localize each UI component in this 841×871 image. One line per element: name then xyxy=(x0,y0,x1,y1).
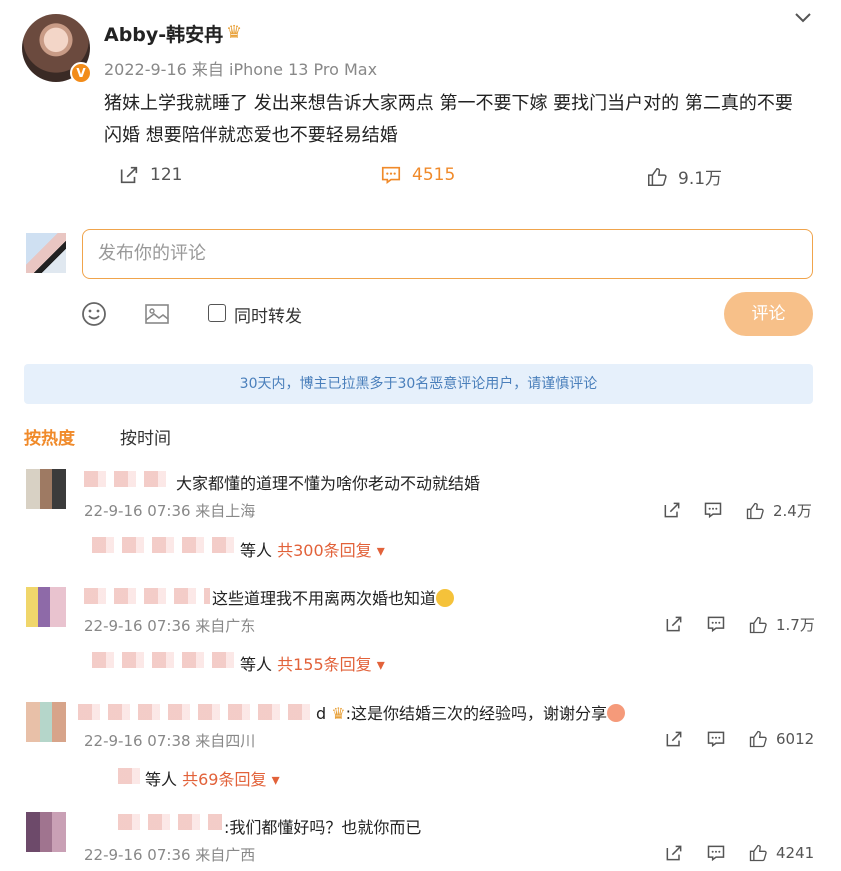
comment-time: 22-9-16 07:36 来自广东 xyxy=(84,617,256,635)
comment-reply-button[interactable] xyxy=(703,500,723,520)
blurred-reply-users xyxy=(118,768,142,784)
reply-summary[interactable]: 等人 共155条回复 ▾ xyxy=(240,651,385,675)
comment-text: 大家都懂的道理不懂为啥你老动不动就结婚 xyxy=(176,474,481,493)
blurred-username xyxy=(118,814,222,830)
commenter-name-fragment: d xyxy=(316,704,327,723)
repost-checkbox-label: 同时转发 xyxy=(234,307,302,327)
comment-share-button[interactable] xyxy=(664,614,684,634)
comment-count: 4515 xyxy=(412,165,456,185)
comment-icon xyxy=(704,502,722,519)
thumbs-up-icon xyxy=(746,502,764,519)
comment-button[interactable]: 4515 xyxy=(380,164,455,186)
reply-prefix: 等人 xyxy=(240,541,273,560)
commenter-avatar[interactable] xyxy=(26,702,66,742)
comment-text: 这些道理我不用离两次婚也知道 xyxy=(212,585,455,609)
thumbs-up-icon xyxy=(749,730,767,748)
tab-sort-time[interactable]: 按时间 xyxy=(120,424,171,449)
my-avatar xyxy=(26,233,66,273)
blurred-username xyxy=(78,704,312,720)
repost-button[interactable]: 121 xyxy=(118,164,182,186)
submit-comment-button[interactable]: 评论 xyxy=(724,292,813,336)
caret-down-icon[interactable]: ▾ xyxy=(272,770,280,789)
tab-sort-hot[interactable]: 按热度 xyxy=(24,424,75,449)
commenter-avatar[interactable] xyxy=(26,469,66,509)
comment-time: 22-9-16 07:36 来自上海 xyxy=(84,502,256,520)
repost-count: 121 xyxy=(150,165,183,185)
thumbs-up-icon xyxy=(648,167,667,186)
emoji-icon[interactable] xyxy=(80,300,108,328)
comment-like-button[interactable]: 4241 xyxy=(748,843,814,863)
comment-share-button[interactable] xyxy=(664,729,684,749)
share-icon xyxy=(120,166,138,184)
reply-count[interactable]: 共155条回复 xyxy=(277,655,372,674)
heart-eyes-emoji-icon xyxy=(607,704,625,722)
sweat-smile-emoji-icon xyxy=(436,589,455,607)
chevron-down-icon[interactable] xyxy=(794,8,812,29)
repost-checkbox[interactable] xyxy=(208,304,226,322)
comment-reply-button[interactable] xyxy=(706,614,726,634)
comment-text: :我们都懂好吗？也就你而已 xyxy=(224,818,422,837)
thumbs-up-icon xyxy=(749,616,767,633)
comment-like-button[interactable]: 1.7万 xyxy=(748,614,815,635)
post-source: 来自 iPhone 13 Pro Max xyxy=(191,60,378,79)
comment-time: 22-9-16 07:36 来自广西 xyxy=(84,846,256,864)
blurred-username xyxy=(84,588,210,604)
like-count: 9.1万 xyxy=(678,169,723,189)
share-icon xyxy=(666,845,682,861)
post-text: 猪妹上学我就睡了 发出来想告诉大家两点 第一不要下嫁 要找门当户对的 第二真的不… xyxy=(104,93,793,146)
caret-down-icon[interactable]: ▾ xyxy=(377,541,385,560)
commenter-avatar[interactable] xyxy=(26,587,66,627)
blurred-username xyxy=(84,471,174,487)
reply-summary[interactable]: 等人 共300条回复 ▾ xyxy=(240,537,385,561)
thumbs-up-icon xyxy=(749,844,767,862)
reply-count[interactable]: 共300条回复 xyxy=(277,541,372,560)
share-icon xyxy=(666,731,682,747)
like-button[interactable]: 9.1万 xyxy=(646,164,722,189)
reply-summary[interactable]: 等人 共69条回复 ▾ xyxy=(145,766,280,790)
reply-count[interactable]: 共69条回复 xyxy=(182,770,266,789)
crown-icon: ♛ xyxy=(331,704,346,723)
comment-like-count: 2.4万 xyxy=(773,502,812,520)
commenter-avatar[interactable] xyxy=(26,812,66,852)
author-name[interactable]: Abby-韩安冉 xyxy=(104,20,223,47)
share-icon xyxy=(664,502,680,518)
comment-icon xyxy=(707,616,725,633)
comment-reply-button[interactable] xyxy=(706,843,726,863)
notice-banner: 30天内，博主已拉黑多于30名恶意评论用户，请谨慎评论 xyxy=(24,364,813,404)
image-icon[interactable] xyxy=(143,300,171,328)
reply-prefix: 等人 xyxy=(145,770,178,789)
caret-down-icon[interactable]: ▾ xyxy=(377,655,385,674)
comment-text-body: 这些道理我不用离两次婚也知道 xyxy=(212,589,437,608)
comment-like-count: 6012 xyxy=(776,730,815,748)
crown-icon: ♛ xyxy=(226,22,243,43)
comment-icon xyxy=(381,166,401,184)
post-meta: 2022-9-16 来自 iPhone 13 Pro Max xyxy=(104,56,377,80)
comment-share-button[interactable] xyxy=(664,843,684,863)
comment-icon xyxy=(707,731,725,748)
blurred-reply-users xyxy=(92,652,234,668)
share-icon xyxy=(666,616,682,632)
post-date: 2022-9-16 xyxy=(104,60,187,79)
comment-input[interactable]: 发布你的评论 xyxy=(82,229,813,279)
comment-reply-button[interactable] xyxy=(706,729,726,749)
comment-like-button[interactable]: 2.4万 xyxy=(745,500,812,521)
blurred-reply-users xyxy=(92,537,238,553)
comment-share-button[interactable] xyxy=(662,500,682,520)
comment-text: d ♛:这是你结婚三次的经验吗，谢谢分享 xyxy=(316,700,625,724)
comment-like-button[interactable]: 6012 xyxy=(748,729,814,749)
comment-text-body: :这是你结婚三次的经验吗，谢谢分享 xyxy=(345,704,607,723)
comment-like-count: 1.7万 xyxy=(776,616,815,634)
comment-like-count: 4241 xyxy=(776,844,815,862)
comment-time: 22-9-16 07:38 来自四川 xyxy=(84,732,256,750)
comment-icon xyxy=(707,845,725,862)
reply-prefix: 等人 xyxy=(240,655,273,674)
verified-badge: V xyxy=(70,62,92,84)
